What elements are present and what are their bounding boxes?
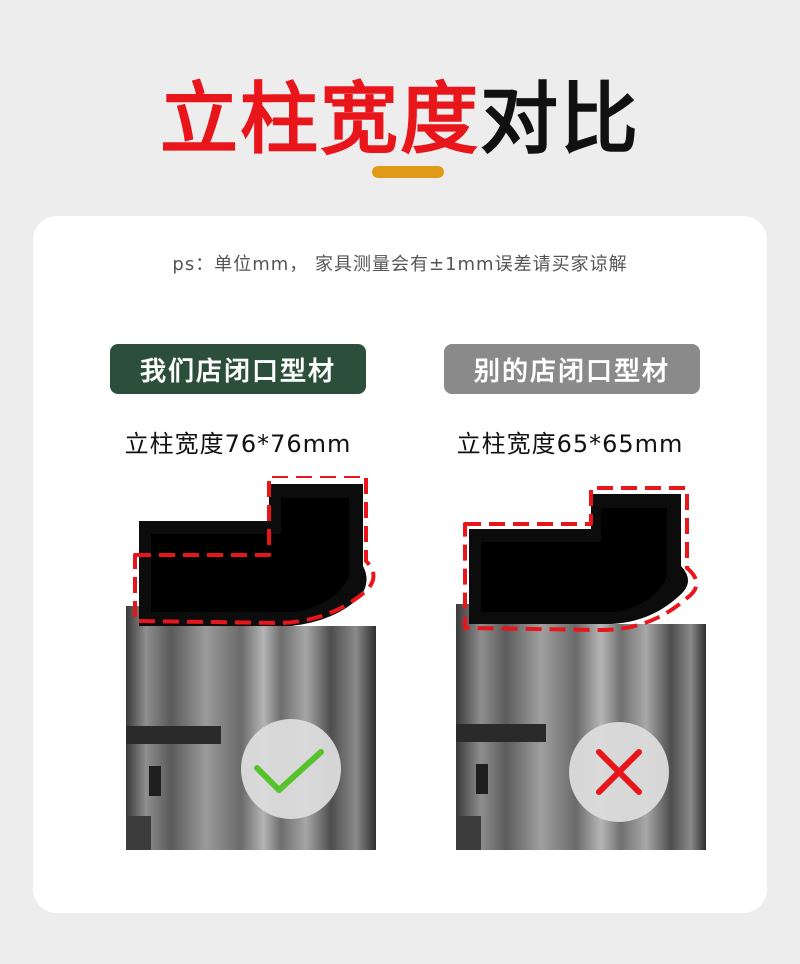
title-rest: 对比 bbox=[480, 75, 641, 165]
title-highlight: 立柱宽度 bbox=[159, 75, 480, 165]
comparison-card: ps：单位mm， 家具测量会有±1mm误差请买家谅解 我们店闭口型材 别的店闭口… bbox=[33, 216, 767, 913]
page-title: 立柱宽度对比 bbox=[0, 70, 800, 170]
our-product-badge: 我们店闭口型材 bbox=[110, 344, 366, 394]
other-product-badge: 别的店闭口型材 bbox=[444, 344, 700, 394]
other-product-spec: 立柱宽度65*65mm bbox=[456, 430, 684, 458]
our-profile-image bbox=[126, 476, 376, 850]
measurement-note: ps：单位mm， 家具测量会有±1mm误差请买家谅解 bbox=[172, 254, 628, 275]
title-underline bbox=[372, 166, 444, 178]
our-product-spec: 立柱宽度76*76mm bbox=[124, 430, 352, 458]
other-profile-image bbox=[456, 486, 706, 850]
